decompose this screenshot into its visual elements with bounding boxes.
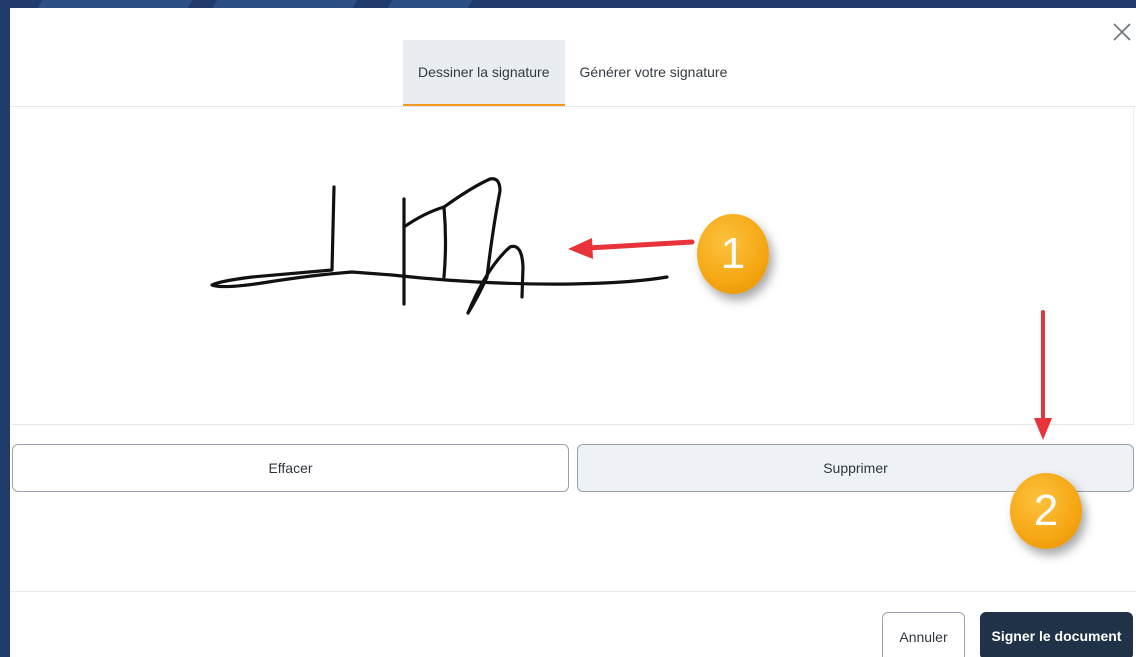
signature-canvas[interactable] (12, 107, 1134, 425)
tab-generate-signature[interactable]: Générer votre signature (565, 40, 743, 107)
cancel-button-label: Annuler (899, 629, 948, 645)
annotation-marker-2: 2 (1010, 473, 1082, 549)
divider (10, 591, 1136, 592)
sign-document-button[interactable]: Signer le document (980, 612, 1133, 657)
delete-button-label: Supprimer (823, 460, 888, 476)
close-icon[interactable] (1110, 20, 1134, 44)
background-stripe (37, 0, 193, 8)
marker-number: 2 (1033, 486, 1059, 535)
screen: Dessiner la signature Générer votre sign… (0, 0, 1136, 657)
tab-label: Générer votre signature (579, 64, 728, 80)
clear-button[interactable]: Effacer (12, 444, 569, 492)
clear-button-label: Effacer (268, 460, 313, 476)
sign-button-label: Signer le document (991, 628, 1122, 644)
tab-draw-signature[interactable]: Dessiner la signature (403, 40, 565, 107)
background-stripe (387, 0, 473, 8)
marker-number: 1 (720, 229, 746, 278)
annotation-marker-1: 1 (697, 214, 769, 294)
signature-drawing (210, 177, 669, 315)
signature-actions: Effacer Supprimer (12, 444, 1134, 492)
tab-label: Dessiner la signature (418, 64, 550, 80)
cancel-button[interactable]: Annuler (882, 612, 965, 657)
signature-dialog: Dessiner la signature Générer votre sign… (10, 8, 1136, 657)
signature-tabs: Dessiner la signature Générer votre sign… (403, 40, 742, 107)
background-stripe (212, 0, 358, 8)
